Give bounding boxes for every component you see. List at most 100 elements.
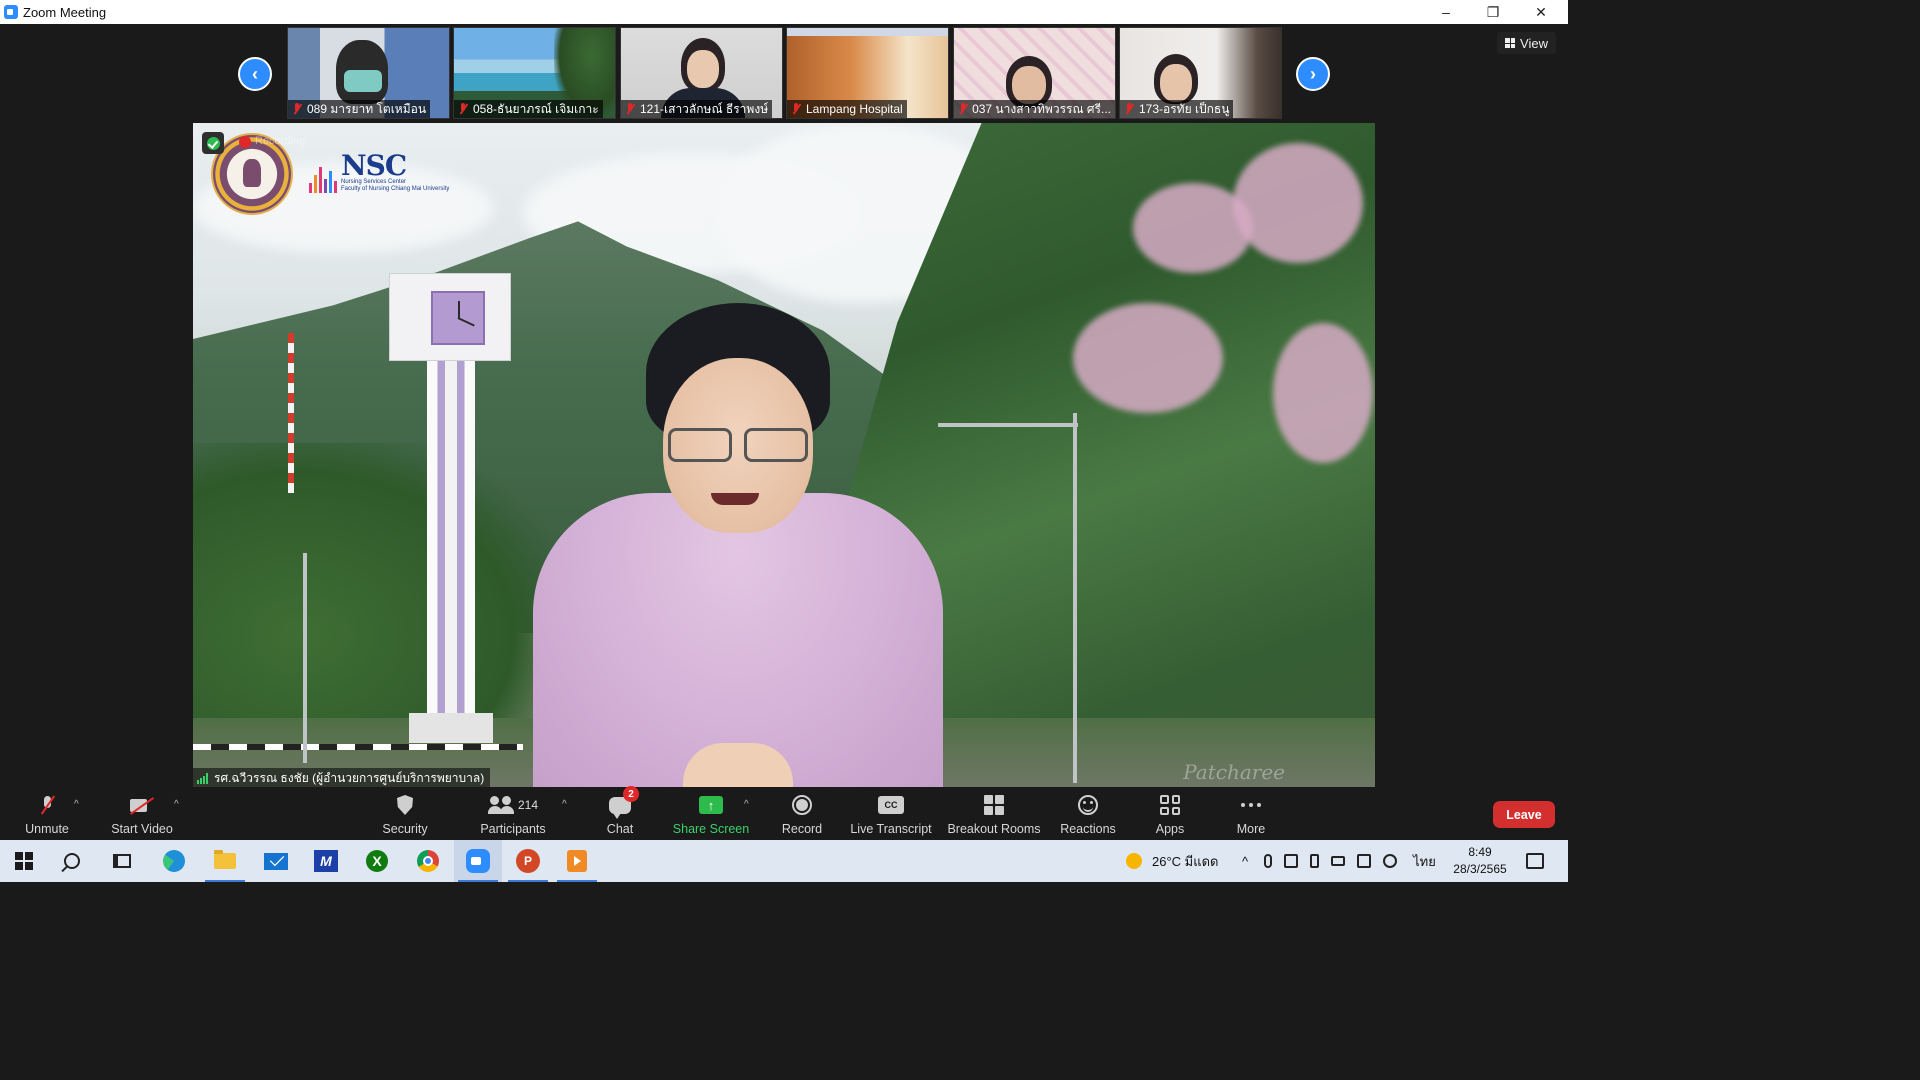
muted-mic-icon	[292, 103, 302, 115]
volume-icon[interactable]	[1383, 854, 1398, 868]
participants-button[interactable]: 214 Participants	[470, 787, 556, 840]
meeting-area: ‹ 089 มารยาท โตเหมือน 058-ธันยาภรณ์ เจิม…	[0, 24, 1568, 788]
nsc-subtitle: Nursing Services Center	[341, 179, 407, 185]
view-button[interactable]: View	[1497, 32, 1556, 54]
more-button[interactable]: More	[1228, 787, 1274, 840]
muted-mic-icon	[1124, 103, 1134, 115]
app-icon: M	[314, 850, 338, 872]
apps-icon	[1160, 795, 1180, 815]
taskbar-media-player[interactable]	[553, 840, 601, 882]
chrome-icon	[417, 850, 439, 872]
apps-button[interactable]: Apps	[1148, 787, 1192, 840]
input-language[interactable]: ไทย	[1413, 851, 1436, 872]
signal-strength-icon	[197, 772, 208, 784]
task-view-button[interactable]	[98, 840, 146, 882]
restore-button[interactable]: ❐	[1470, 0, 1516, 24]
weather-widget[interactable]: 26°C มีแดด	[1126, 840, 1219, 882]
participant-name: 089 มารยาท โตเหมือน	[307, 102, 427, 116]
participant-thumbnail[interactable]: 058-ธันยาภรณ์ เจิมเกาะ	[453, 27, 616, 119]
breakout-rooms-button[interactable]: Breakout Rooms	[945, 787, 1043, 840]
usb-icon[interactable]	[1310, 854, 1320, 868]
minimize-button[interactable]: –	[1423, 0, 1469, 24]
shield-icon	[397, 795, 413, 815]
security-button[interactable]: Security	[370, 787, 440, 840]
folder-icon	[214, 850, 236, 869]
blossom	[1073, 303, 1223, 413]
participant-name: 058-ธันยาภรณ์ เจิมเกาะ	[473, 102, 599, 116]
live-transcript-label: Live Transcript	[850, 822, 932, 836]
share-screen-button[interactable]: ↑ Share Screen	[671, 787, 751, 840]
more-label: More	[1236, 822, 1266, 836]
clock-icon	[431, 291, 485, 345]
speaker-person	[533, 303, 943, 788]
street-lamp	[1073, 413, 1077, 783]
microphone-icon[interactable]	[1264, 854, 1273, 868]
start-button[interactable]	[0, 840, 48, 882]
chat-button[interactable]: 2 Chat	[596, 786, 644, 840]
taskbar-file-explorer[interactable]	[201, 840, 249, 882]
participant-thumbnail[interactable]: 121-เสาวลักษณ์ ธีราพงษ์	[620, 27, 783, 119]
unmute-button[interactable]: Unmute	[14, 787, 80, 840]
muted-mic-icon	[791, 103, 801, 115]
muted-mic-icon	[625, 103, 635, 115]
taskbar-powerpoint[interactable]: P	[504, 840, 552, 882]
participant-thumbnail[interactable]: 089 มารยาท โตเหมือน	[287, 27, 450, 119]
live-transcript-button[interactable]: CC Live Transcript	[846, 787, 936, 840]
gallery-prev-button[interactable]: ‹	[238, 57, 272, 91]
reactions-label: Reactions	[1060, 822, 1116, 836]
security-label: Security	[382, 822, 428, 836]
taskbar-mail[interactable]	[252, 840, 300, 882]
share-screen-label: Share Screen	[672, 822, 750, 836]
clock-time: 8:49	[1468, 845, 1492, 859]
start-video-button[interactable]: Start Video	[104, 787, 180, 840]
nsc-title: NSC	[341, 149, 407, 182]
participant-thumbnail[interactable]: 173-อรทัย เป็กธนู	[1119, 27, 1282, 119]
audio-options-caret[interactable]: ^	[74, 799, 79, 810]
taskbar-app[interactable]: M	[302, 840, 350, 882]
system-tray: ^ ไทย	[1242, 840, 1436, 882]
participant-name-label: 058-ธันยาภรณ์ เจิมเกาะ	[454, 100, 603, 118]
taskbar-edge[interactable]	[150, 840, 198, 882]
windows-logo-icon	[15, 852, 33, 870]
record-button[interactable]: Record	[774, 787, 830, 840]
street-lamp	[303, 553, 307, 763]
taskbar-zoom[interactable]	[454, 840, 502, 882]
participant-name-label: 089 มารยาท โตเหมือน	[288, 100, 431, 118]
participant-face	[1160, 64, 1192, 102]
weather-text: 26°C มีแดด	[1152, 853, 1219, 869]
sun-icon	[1126, 853, 1142, 869]
clock-tower-base	[409, 713, 493, 743]
video-options-caret[interactable]: ^	[174, 799, 179, 810]
taskbar-chrome[interactable]	[404, 840, 452, 882]
search-icon	[64, 853, 80, 869]
active-speaker-video[interactable]: NSC Nursing Services Center Faculty of N…	[193, 123, 1375, 788]
battery-icon[interactable]	[1331, 856, 1346, 866]
taskbar-xbox[interactable]: X	[353, 840, 401, 882]
nsc-faculty: Faculty of Nursing Chiang Mai University	[341, 186, 450, 192]
gallery-next-button[interactable]: ›	[1296, 57, 1330, 91]
share-screen-icon: ↑	[699, 796, 723, 814]
speaker-glasses	[668, 428, 808, 462]
edge-icon	[163, 850, 185, 872]
network-status-icon[interactable]	[1284, 854, 1299, 868]
unmute-label: Unmute	[25, 822, 69, 836]
search-button[interactable]	[48, 840, 96, 882]
leave-button[interactable]: Leave	[1493, 801, 1555, 828]
encryption-badge[interactable]	[202, 132, 224, 154]
zoom-icon	[466, 849, 490, 873]
window-title-bar: Zoom Meeting – ❐ ✕	[0, 0, 1568, 24]
participant-face	[1012, 66, 1046, 104]
nsc-text: NSC Nursing Services Center Faculty of N…	[341, 149, 450, 193]
share-options-caret[interactable]: ^	[744, 799, 749, 810]
closed-caption-icon: CC	[878, 796, 904, 814]
close-button[interactable]: ✕	[1518, 0, 1564, 24]
wifi-icon[interactable]	[1357, 854, 1372, 868]
reactions-button[interactable]: Reactions	[1056, 787, 1120, 840]
participants-options-caret[interactable]: ^	[562, 799, 567, 810]
system-clock[interactable]: 8:49 28/3/2565	[1444, 844, 1516, 878]
tray-chevron-icon[interactable]: ^	[1242, 854, 1248, 869]
speaker-name: รศ.ฉวีวรรณ ธงชัย (ผู้อำนวยการศูนย์บริการ…	[214, 770, 485, 785]
participant-thumbnail[interactable]: Lampang Hospital	[786, 27, 949, 119]
notification-center-icon[interactable]	[1526, 853, 1544, 869]
participant-thumbnail[interactable]: 037 นางสาวทิพวรรณ ศรี...	[953, 27, 1116, 119]
